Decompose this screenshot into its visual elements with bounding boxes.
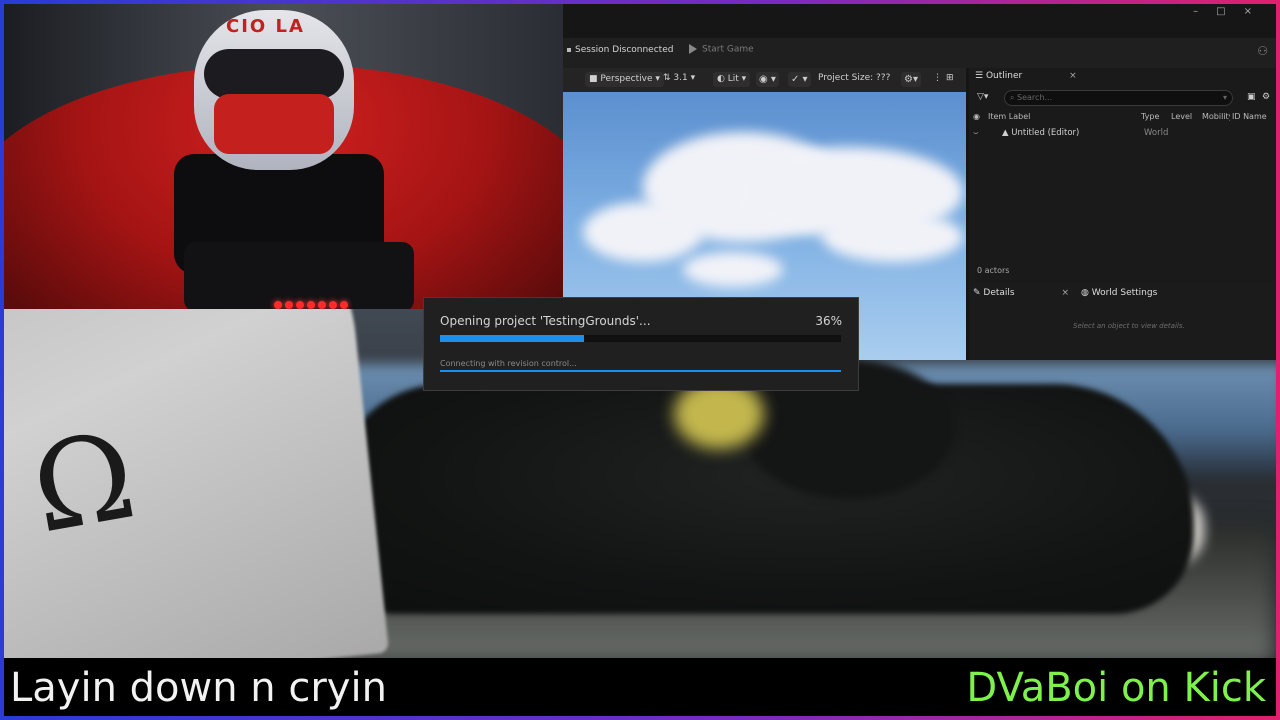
shift-light-led bbox=[307, 301, 315, 309]
visibility-eye-icon[interactable]: ◉ bbox=[973, 112, 980, 121]
column-type[interactable]: Type bbox=[1141, 112, 1159, 121]
chevron-down-icon: ▾ bbox=[1222, 93, 1227, 102]
lit-dropdown[interactable]: ◐ Lit ▾ bbox=[713, 72, 751, 87]
caption-left: Layin down n cryin bbox=[10, 665, 387, 711]
layout-grid-icon[interactable]: ⊞ bbox=[946, 73, 954, 83]
loading-sub-progress bbox=[440, 370, 841, 372]
shift-lights bbox=[274, 294, 351, 309]
tab-world-settings[interactable]: ◍ World Settings bbox=[1081, 282, 1157, 304]
shift-light-led bbox=[274, 301, 282, 309]
column-level[interactable]: Level bbox=[1171, 112, 1192, 121]
loading-percent: 36% bbox=[815, 314, 842, 328]
helmet-visor bbox=[204, 49, 344, 99]
caption-right: DVaBoi on Kick bbox=[966, 665, 1266, 711]
tab-outliner[interactable]: ☰ Outliner × bbox=[975, 65, 1077, 87]
users-icon[interactable]: ⚇ bbox=[1257, 44, 1268, 58]
editor-titlebar bbox=[563, 4, 1276, 38]
tab-details[interactable]: ✎ Details × bbox=[973, 282, 1069, 304]
column-item-label[interactable]: Item Label bbox=[988, 112, 1030, 121]
status-dot-icon bbox=[567, 47, 571, 52]
shift-light-led bbox=[296, 301, 304, 309]
cloud bbox=[683, 252, 783, 287]
loading-message: Opening project 'TestingGrounds'... bbox=[440, 314, 651, 328]
loading-sub-message: Connecting with revision control... bbox=[440, 359, 577, 368]
loading-progress-bar bbox=[440, 335, 841, 342]
more-options-icon[interactable]: ⋮ bbox=[933, 73, 942, 83]
actor-count: 0 actors bbox=[977, 266, 1010, 275]
details-empty-text: Select an object to view details. bbox=[1073, 322, 1185, 330]
loading-progress-fill bbox=[440, 335, 585, 342]
show-eye-icon[interactable]: ◉ ▾ bbox=[756, 72, 779, 87]
world-row-type: World bbox=[1144, 128, 1169, 138]
search-icon: ⌕ bbox=[1010, 93, 1015, 102]
close-icon[interactable]: × bbox=[1069, 71, 1077, 81]
filter-icon[interactable]: ▽▾ bbox=[977, 92, 988, 102]
project-size-label: Project Size: ??? bbox=[818, 73, 891, 83]
world-icon: ▲ bbox=[1002, 128, 1009, 138]
perspective-dropdown[interactable]: ■ Perspective ▾ bbox=[585, 72, 664, 87]
outliner-search-input[interactable]: ⌕ Search... ▾ bbox=[1004, 90, 1233, 106]
shift-light-led bbox=[340, 301, 348, 309]
folder-add-icon[interactable]: ▣ bbox=[1247, 92, 1256, 102]
world-row[interactable]: ▲ Untitled (Editor) bbox=[1002, 128, 1079, 138]
play-icon bbox=[689, 44, 697, 54]
f1-onboard-video: CIO LA bbox=[4, 4, 563, 309]
gear-icon[interactable]: ⚙▾ bbox=[901, 72, 921, 87]
shift-light-led bbox=[329, 301, 337, 309]
opening-project-dialog: Opening project 'TestingGrounds'... 36% … bbox=[423, 297, 859, 391]
start-game-button[interactable]: Start Game bbox=[689, 44, 754, 55]
settings-check-icon[interactable]: ✓ ▾ bbox=[788, 72, 811, 87]
close-icon[interactable]: × bbox=[1061, 288, 1069, 298]
window-controls[interactable]: –□× bbox=[1193, 6, 1270, 17]
column-id-name[interactable]: ID Name bbox=[1232, 112, 1268, 121]
shift-light-led bbox=[285, 301, 293, 309]
shift-light-led bbox=[318, 301, 326, 309]
helmet-logo: CIO LA bbox=[226, 16, 305, 37]
cloud bbox=[823, 212, 963, 262]
helmet-chin bbox=[214, 94, 334, 154]
session-status[interactable]: Session Disconnected bbox=[567, 45, 673, 55]
tree-expand-icon[interactable]: ⌣ bbox=[973, 128, 979, 138]
cloud bbox=[583, 202, 703, 262]
fov-dropdown[interactable]: ⇅ 3.1 ▾ bbox=[663, 73, 695, 83]
column-mobility[interactable]: Mobility bbox=[1202, 112, 1230, 121]
outliner-settings-icon[interactable]: ⚙ bbox=[1262, 92, 1270, 102]
